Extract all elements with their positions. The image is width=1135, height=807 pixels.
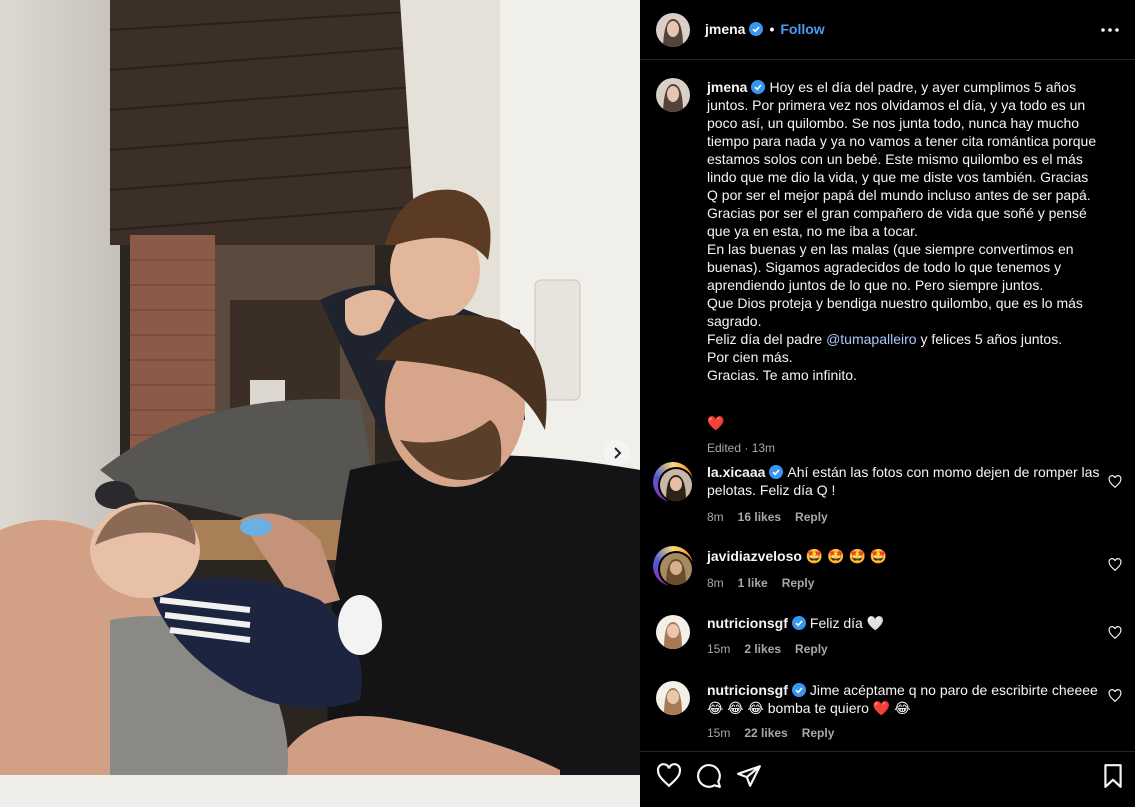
separator-dot: • [769,21,775,37]
photo-image [0,0,640,807]
verified-badge-icon [769,465,784,479]
comment-reply-button[interactable]: Reply [795,510,828,524]
verified-badge-icon [791,616,806,630]
comment-time: 8m [707,510,724,524]
post-header: jmena • Follow [640,0,1135,60]
comment-avatar[interactable] [653,546,694,587]
more-options-button[interactable] [1099,20,1121,40]
comment-button[interactable] [696,763,722,789]
comment-username[interactable]: la.xicaaa [707,464,765,480]
comment-time: 8m [707,576,724,590]
post-sidebar: jmena • Follow jmenaHoy es el día del p [640,0,1135,807]
caption-mention-link[interactable]: @tumapalleiro [826,331,916,347]
author-username[interactable]: jmena [705,21,745,37]
caption-text: jmena Hoy es el día del padre, y ayer cum… [707,78,1103,384]
comment-body: Feliz día 🤍 [809,615,885,631]
comment-likes-count[interactable]: 22 likes [744,726,787,740]
save-button[interactable] [1100,763,1126,789]
comment-likes-count[interactable]: 16 likes [738,510,781,524]
more-horizontal-icon [1101,28,1119,32]
comment-body: Ahí están las fotos con momo dejen de ro… [707,464,1100,498]
comment-text: la.xicaaa Ahí están las fotos con momo de… [707,463,1102,499]
comment-username[interactable]: javidiazveloso [707,548,802,564]
post-photo[interactable] [0,0,640,807]
caption-body: Hoy es el día del padre, y ayer cumplimo… [707,79,1097,347]
heart-outline-icon[interactable] [1108,558,1122,572]
verified-badge-icon [791,683,806,697]
comment-meta: 8m 1 like Reply [707,576,814,590]
comment-text: javidiazveloso 🤩 🤩 🤩 🤩 [707,547,1102,565]
carousel-next-button[interactable] [604,440,630,466]
comment-time: 15m [707,642,731,656]
caption-heart-emoji: ❤️ [707,415,725,431]
comments-section: jmena Hoy es el día del padre, y ayer cum… [640,61,1135,751]
comment-meta: 15m 2 likes Reply [707,642,828,656]
author-info: jmena • Follow [705,21,825,37]
chevron-right-icon [614,447,622,459]
caption-username[interactable]: jmena [707,79,747,95]
comment-text: nutricionsgf Jime acéptame q no paro de e… [707,681,1102,717]
verified-badge-icon [749,22,764,36]
comment-likes-count[interactable]: 2 likes [744,642,781,656]
comment-username[interactable]: nutricionsgf [707,615,788,631]
heart-outline-icon[interactable] [1108,626,1122,640]
comment-reply-button[interactable]: Reply [782,576,815,590]
comment-username[interactable]: nutricionsgf [707,682,788,698]
comment-time: 15m [707,726,731,740]
comment-avatar[interactable] [656,681,690,715]
author-avatar[interactable] [656,13,690,47]
like-button[interactable] [656,763,682,789]
share-button[interactable] [736,763,762,789]
comment-text: nutricionsgf Feliz día 🤍 [707,614,1102,632]
comment-reply-button[interactable]: Reply [802,726,835,740]
heart-outline-icon[interactable] [1108,475,1122,489]
comment-meta: 15m 22 likes Reply [707,726,834,740]
verified-badge-icon [751,80,766,94]
comment-avatar[interactable] [656,615,690,649]
comment-meta: 8m 16 likes Reply [707,510,828,524]
post-action-bar [640,751,1135,807]
comment-likes-count[interactable]: 1 like [738,576,768,590]
comment-reply-button[interactable]: Reply [795,642,828,656]
comment-body: 🤩 🤩 🤩 🤩 [805,548,888,564]
follow-button[interactable]: Follow [780,21,824,37]
caption-author-avatar[interactable] [656,78,690,112]
caption-edited-time: Edited · 13m [707,441,776,455]
heart-outline-icon[interactable] [1108,689,1122,703]
comment-avatar[interactable] [653,462,694,503]
